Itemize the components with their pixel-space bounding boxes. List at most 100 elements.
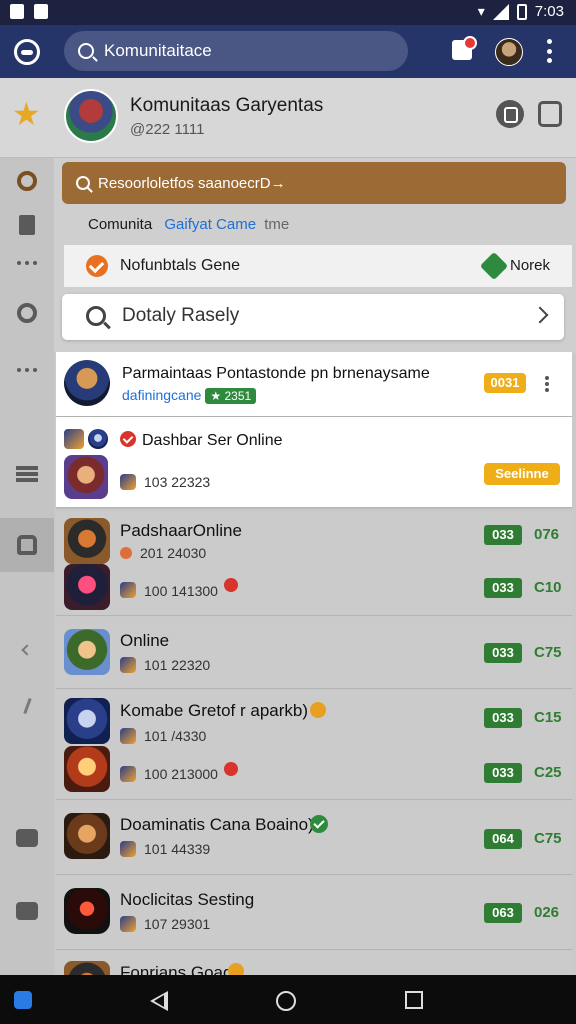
list-item[interactable]: Noclicitas Sesting 107 29301 063 026	[56, 876, 572, 950]
breadcrumb-item-link[interactable]: Gaifyat Came	[164, 216, 256, 233]
daily-label[interactable]: Dotaly Rasely	[122, 305, 239, 327]
game-thumbnail	[64, 564, 110, 610]
list-item[interactable]: Online 101 22320 033 C75	[56, 617, 572, 689]
rail-item-more-2[interactable]	[0, 350, 54, 390]
game-thumbnail	[64, 698, 110, 744]
rail-item-camera-2[interactable]	[0, 891, 54, 931]
layers-icon	[16, 466, 38, 482]
list-item-meta: 101 /4330	[144, 728, 207, 744]
list-item-meta: 101 44339	[144, 841, 211, 857]
profile-header: ★ Komunitaas Garyentas @222 1111	[0, 78, 576, 158]
highlight-meta: 103 22323	[144, 474, 211, 490]
notification-icon	[10, 4, 24, 19]
highlight-card[interactable]: Dashbar Ser Online 103 22323 Seelinne	[56, 417, 572, 507]
filter-note[interactable]: Norek	[510, 257, 550, 274]
score-badge: 033	[484, 525, 522, 545]
chevron-right-icon[interactable]	[531, 306, 549, 324]
score-value: C75	[534, 644, 562, 661]
game-thumbnail	[64, 888, 110, 934]
list-item[interactable]: Komabe Gretof r aparkb) 101 /4330 100 21…	[56, 690, 572, 800]
featured-badge: 0031	[484, 373, 526, 393]
more-vert-icon[interactable]	[545, 376, 549, 392]
camera-icon	[16, 902, 38, 920]
featured-card[interactable]: Parmaintaas Pontastonde pn brnenaysame d…	[56, 352, 572, 416]
user-avatar[interactable]	[495, 38, 523, 66]
battery-icon	[516, 3, 527, 20]
rail-item-camera[interactable]	[0, 818, 54, 858]
recent-apps-icon[interactable]	[405, 991, 423, 1009]
category-icon	[120, 582, 136, 598]
share-icon[interactable]	[538, 101, 562, 127]
featured-subtitle-text[interactable]: dafiningcane	[122, 387, 201, 403]
camera-icon	[16, 829, 38, 847]
rail-item-clipboard[interactable]	[0, 205, 54, 245]
score-badge: 033	[484, 708, 522, 728]
star-icon[interactable]: ★	[12, 98, 41, 130]
list-item-title: PadshaarOnline	[120, 521, 242, 540]
resource-search-input[interactable]: Resoorloletfos saanoecrD→	[62, 162, 566, 204]
rail-item-more[interactable]	[0, 243, 54, 283]
list-item[interactable]: Fonrians Goad	[56, 951, 572, 975]
game-thumbnail	[64, 629, 110, 675]
system-nav-bar	[0, 975, 576, 1024]
notification-badge	[463, 36, 477, 50]
wifi-icon: ▾	[477, 3, 485, 19]
breadcrumb-item: tme	[264, 216, 290, 233]
score-badge: 063	[484, 903, 522, 923]
resource-search-value[interactable]: Resoorloletfos saanoecrD→	[98, 175, 286, 192]
gear-icon	[17, 303, 37, 323]
rail-item-settings[interactable]	[0, 293, 54, 333]
score-value: 076	[534, 526, 560, 543]
category-icon	[120, 474, 136, 490]
home-icon	[17, 535, 37, 555]
rail-item-layers[interactable]	[0, 454, 54, 494]
rail-item-back[interactable]	[0, 630, 54, 670]
highlight-title: Dashbar Ser Online	[120, 431, 283, 450]
home-button-icon[interactable]	[276, 991, 296, 1011]
filter-row[interactable]: Nofunbtals Gene Norek	[64, 245, 572, 287]
dots-icon	[17, 261, 37, 265]
list-item-title: Online	[120, 631, 170, 650]
status-time: 7:03	[534, 3, 564, 20]
category-icon	[120, 657, 136, 673]
score-badge: 033	[484, 763, 522, 783]
target-icon	[17, 171, 37, 191]
list-item[interactable]: PadshaarOnline 201 24030 100 141300 033 …	[56, 512, 572, 616]
daily-search-input[interactable]: Dotaly Rasely	[62, 294, 564, 340]
list-item-meta: 100 213000	[144, 766, 218, 782]
breadcrumb-item[interactable]: Comunita	[88, 216, 152, 233]
check-icon[interactable]	[86, 255, 108, 277]
status-bar: ▾ 7:03	[0, 0, 576, 25]
highlight-title-text: Dashbar Ser Online	[142, 432, 283, 449]
game-thumbnail	[64, 518, 110, 564]
score-value: C25	[534, 764, 562, 781]
rail-item-bolt[interactable]	[0, 686, 54, 726]
list-item-meta: 107 29301	[144, 916, 211, 932]
more-menu-icon[interactable]	[546, 39, 552, 63]
back-icon[interactable]	[150, 991, 168, 1011]
score-value: C10	[534, 579, 562, 596]
category-icon	[120, 766, 136, 782]
breadcrumb: Comunita Gaifyat Came tme	[88, 216, 289, 233]
list-item-title: Komabe Gretof r aparkb)	[120, 701, 309, 720]
app-logo-icon[interactable]	[14, 39, 40, 65]
game-mini-icon	[88, 429, 108, 449]
rail-item-target[interactable]	[0, 161, 54, 201]
rail-item-home[interactable]	[0, 518, 54, 572]
profile-avatar[interactable]	[64, 89, 118, 143]
check-circle-icon	[310, 815, 328, 833]
list-item[interactable]: Doaminatis Cana Boaino) 101 44339 064 C7…	[56, 801, 572, 875]
score-value: 026	[534, 904, 560, 921]
app-shortcut-icon[interactable]	[14, 991, 32, 1009]
highlight-badge[interactable]: Seelinne	[484, 463, 560, 485]
list-item-title: Fonrians Goad	[120, 963, 233, 975]
search-icon	[78, 43, 94, 59]
top-search-value[interactable]: Komunitaitace	[104, 41, 212, 61]
game-thumbnail	[64, 455, 108, 499]
app-notification-icon	[34, 4, 48, 19]
profile-name: Komunitaas Garyentas	[130, 95, 324, 116]
edit-icon[interactable]	[496, 100, 524, 128]
top-search-bar[interactable]: Komunitaitace	[64, 31, 408, 71]
game-thumbnail	[64, 961, 110, 975]
status-dot-icon	[120, 547, 132, 559]
